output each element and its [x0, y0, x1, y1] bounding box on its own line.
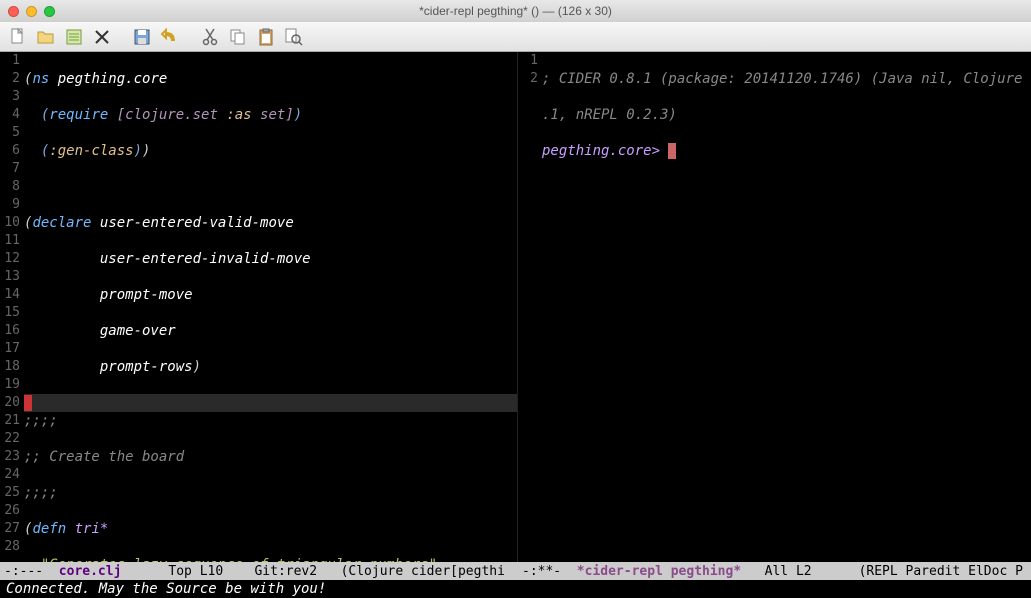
repl-content[interactable]: ; CIDER 0.8.1 (package: 20141120.1746) (… — [542, 52, 1031, 562]
code-content[interactable]: (ns pegthing.core (require [clojure.set … — [24, 52, 517, 562]
close-window-icon[interactable] — [8, 6, 19, 17]
cut-button[interactable] — [198, 25, 222, 49]
traffic-lights — [8, 6, 55, 17]
window-title: *cider-repl pegthing* () — (126 x 30) — [419, 4, 612, 18]
repl-gutter: 1 2 — [518, 52, 542, 562]
editor-area: 1 2 3 4 5 6 7 8 9 10 11 12 13 14 15 16 1… — [0, 52, 1031, 562]
undo-button[interactable] — [158, 25, 182, 49]
minimize-window-icon[interactable] — [26, 6, 37, 17]
new-file-button[interactable] — [6, 25, 30, 49]
window-titlebar: *cider-repl pegthing* () — (126 x 30) — [0, 0, 1031, 22]
kill-buffer-button[interactable] — [90, 25, 114, 49]
right-pane[interactable]: 1 2 ; CIDER 0.8.1 (package: 20141120.174… — [518, 52, 1031, 562]
zoom-window-icon[interactable] — [44, 6, 55, 17]
dired-button[interactable] — [62, 25, 86, 49]
cursor — [24, 395, 32, 411]
minibuffer: Connected. May the Source be with you! — [0, 580, 1031, 598]
search-button[interactable] — [282, 25, 306, 49]
left-modeline: -:--- core.clj Top L10 Git:rev2 (Clojure… — [0, 562, 518, 580]
right-modeline: -:**- *cider-repl pegthing* All L2 (REPL… — [518, 562, 1031, 580]
toolbar — [0, 22, 1031, 52]
line-number-gutter: 1 2 3 4 5 6 7 8 9 10 11 12 13 14 15 16 1… — [0, 52, 24, 562]
repl-cursor — [668, 143, 676, 159]
save-button[interactable] — [130, 25, 154, 49]
left-pane[interactable]: 1 2 3 4 5 6 7 8 9 10 11 12 13 14 15 16 1… — [0, 52, 518, 562]
paste-button[interactable] — [254, 25, 278, 49]
open-folder-button[interactable] — [34, 25, 58, 49]
modelines: -:--- core.clj Top L10 Git:rev2 (Clojure… — [0, 562, 1031, 580]
copy-button[interactable] — [226, 25, 250, 49]
